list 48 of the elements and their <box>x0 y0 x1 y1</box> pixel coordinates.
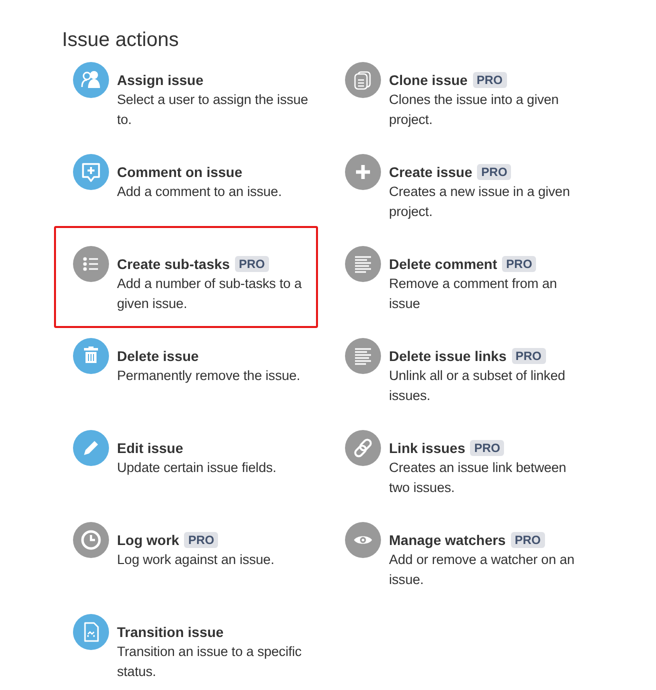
action-title[interactable]: Transition issue <box>117 622 224 642</box>
pro-badge: PRO <box>512 348 546 364</box>
action-description: Transition an issue to a specific status. <box>117 643 303 681</box>
pro-badge: PRO <box>234 256 269 272</box>
action-description: Select a user to assign the issue to. <box>117 91 310 129</box>
action-title[interactable]: Manage watchers <box>389 530 506 550</box>
pro-badge: PRO <box>184 532 218 548</box>
eye-icon <box>345 522 381 558</box>
action-title[interactable]: Edit issue <box>117 438 184 458</box>
text-lines-icon <box>345 338 381 374</box>
action-description: Creates an issue link between two issues. <box>389 459 568 497</box>
action-description: Remove a comment from an issue <box>389 275 558 313</box>
trash-icon <box>73 338 109 374</box>
action-description: Add a number of sub-tasks to a given issue. <box>117 275 303 313</box>
comment-add-icon <box>73 154 109 190</box>
section-title: Issue actions <box>62 28 180 52</box>
action-title[interactable]: Log work <box>117 530 180 550</box>
pro-badge: PRO <box>510 532 545 548</box>
action-description: Log work against an issue. <box>117 551 274 569</box>
pro-badge: PRO <box>477 164 512 180</box>
action-description: Permanently remove the issue. <box>117 367 300 385</box>
action-title[interactable]: Create issue <box>389 162 472 182</box>
file-transition-icon <box>73 614 109 650</box>
pro-badge: PRO <box>470 440 504 456</box>
chain-link-icon <box>345 430 381 466</box>
action-description: Creates a new issue in a given project. <box>389 183 571 221</box>
text-lines-icon <box>345 246 381 282</box>
action-title[interactable]: Delete issue links <box>389 346 507 366</box>
list-icon <box>73 246 109 282</box>
action-title[interactable]: Delete comment <box>389 254 498 274</box>
action-title[interactable]: Assign issue <box>117 70 204 90</box>
action-title[interactable]: Create sub-tasks <box>117 254 230 274</box>
action-title[interactable]: Comment on issue <box>117 162 242 182</box>
users-icon <box>73 62 109 98</box>
plus-icon <box>345 154 381 190</box>
pro-badge: PRO <box>472 72 507 88</box>
documents-icon <box>345 62 381 98</box>
action-description: Clones the issue into a given project. <box>389 91 560 129</box>
action-title[interactable]: Clone issue <box>389 70 468 90</box>
pencil-icon <box>73 430 109 466</box>
clock-icon <box>73 522 109 558</box>
action-description: Update certain issue fields. <box>117 459 276 477</box>
action-description: Add or remove a watcher on an issue. <box>389 551 576 589</box>
action-title[interactable]: Delete issue <box>117 346 199 366</box>
action-title[interactable]: Link issues <box>389 438 466 458</box>
pro-badge: PRO <box>502 256 536 272</box>
action-description: Add a comment to an issue. <box>117 183 282 201</box>
action-description: Unlink all or a subset of linked issues. <box>389 367 566 405</box>
